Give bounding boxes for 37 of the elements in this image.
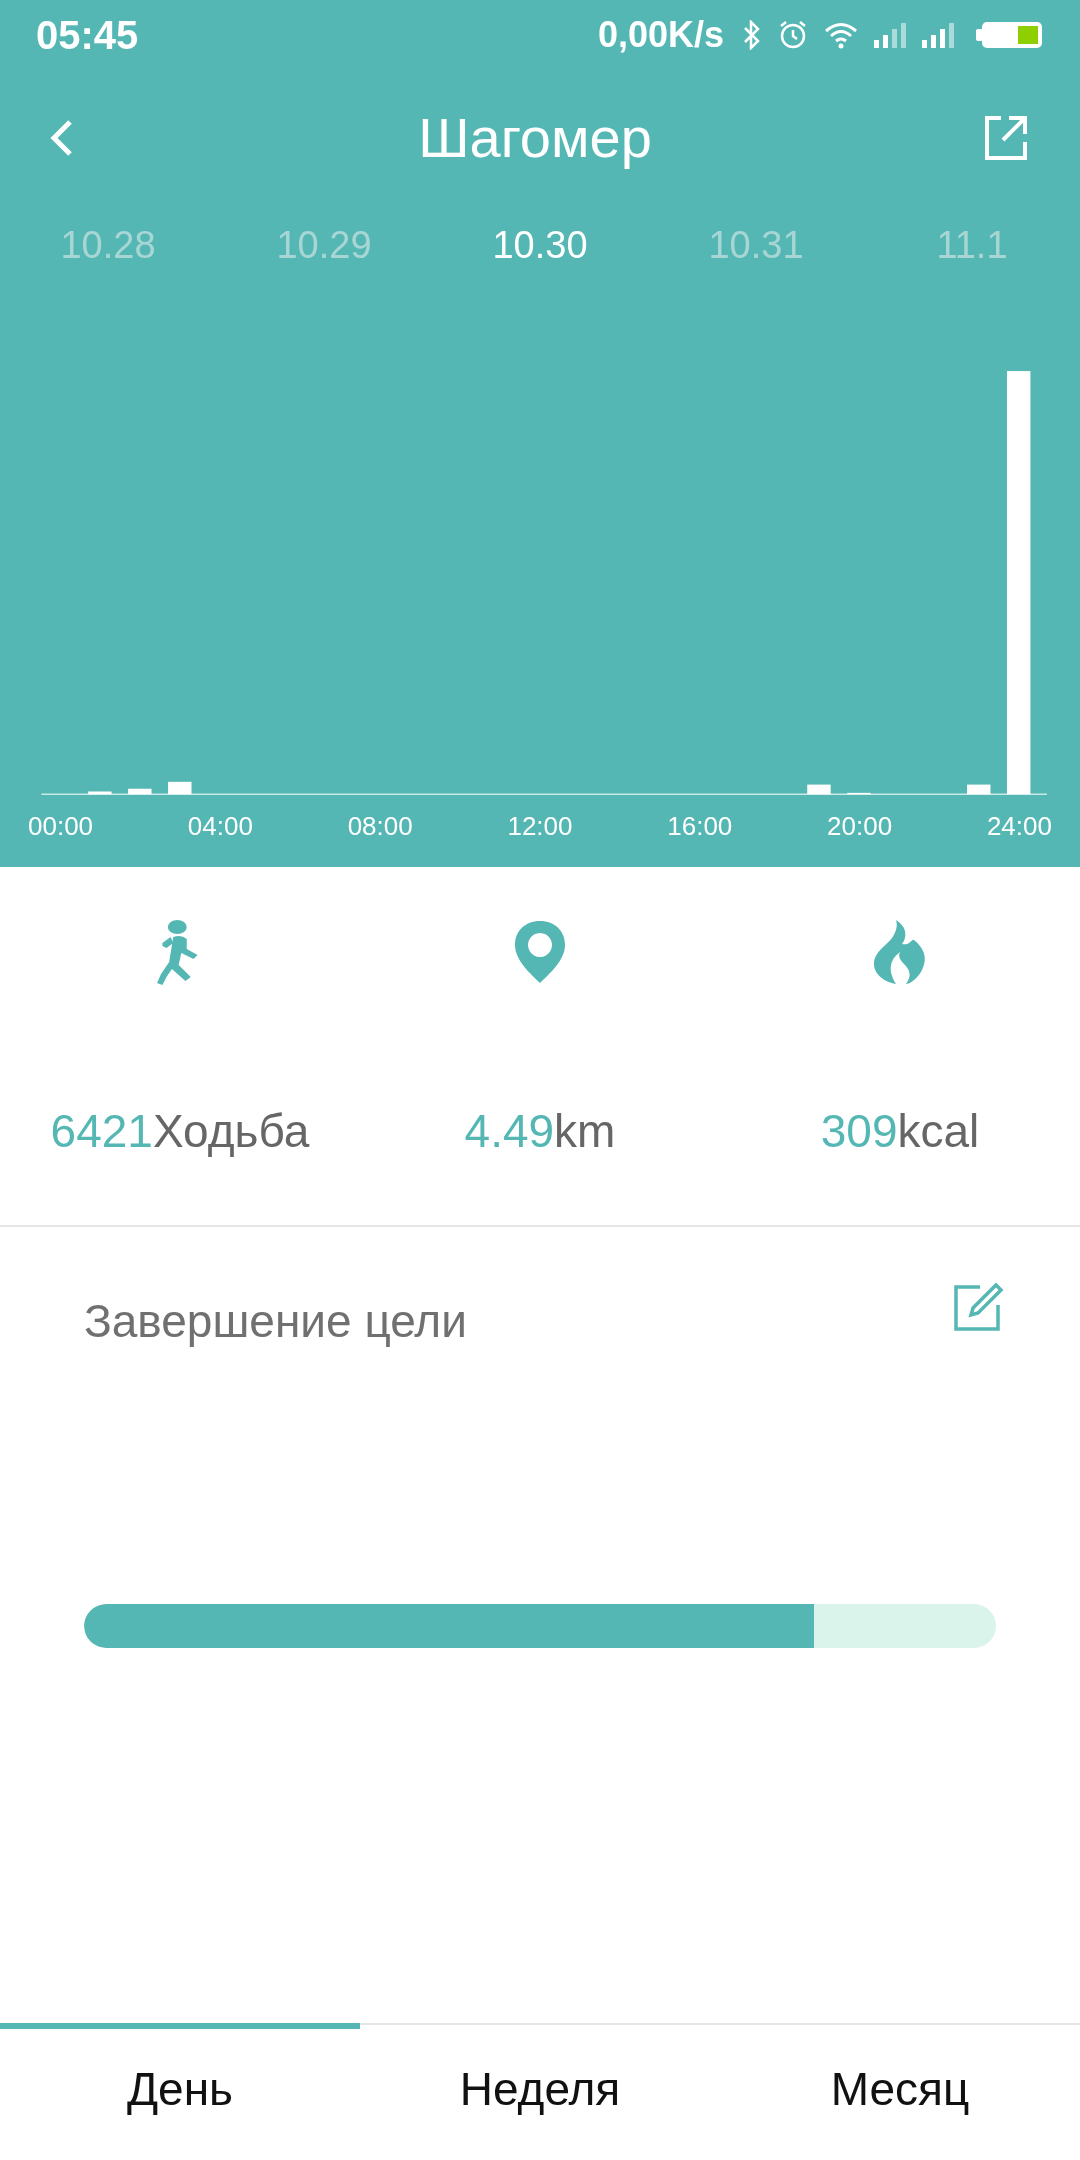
bluetooth-icon bbox=[742, 20, 762, 50]
stat-value: 4.49km bbox=[464, 1104, 616, 1159]
page-title: Шагомер bbox=[418, 104, 652, 171]
date-tab[interactable]: 10.28 bbox=[0, 216, 216, 274]
stat-value: 6421Ходьба bbox=[50, 1104, 310, 1159]
step-bar bbox=[88, 791, 112, 795]
time-axis-label: 04:00 bbox=[187, 809, 253, 843]
date-tab[interactable]: 10.30 bbox=[432, 216, 648, 274]
edit-button[interactable] bbox=[952, 1281, 1004, 1333]
wifi-icon bbox=[824, 21, 858, 49]
period-tab[interactable]: День bbox=[0, 2023, 360, 2160]
time-axis-label: 00:00 bbox=[28, 809, 94, 843]
step-bar bbox=[168, 781, 192, 795]
flame-icon bbox=[872, 918, 928, 986]
goal-title: Завершение цели bbox=[84, 1294, 467, 1349]
network-speed: 0,00K/s bbox=[597, 13, 724, 57]
date-tab[interactable]: 10.31 bbox=[648, 216, 864, 274]
time-axis-label: 16:00 bbox=[667, 809, 733, 843]
stat-value: 309kcal bbox=[820, 1104, 980, 1159]
step-bar bbox=[847, 792, 871, 795]
time-axis-label: 20:00 bbox=[827, 809, 893, 843]
step-bar bbox=[807, 784, 831, 795]
signal-icon bbox=[922, 22, 956, 48]
date-tab[interactable]: 10.29 bbox=[216, 216, 432, 274]
battery-icon bbox=[976, 20, 1044, 50]
step-bar bbox=[128, 788, 152, 795]
time-axis-label: 24:00 bbox=[986, 809, 1052, 843]
period-tab[interactable]: Неделя bbox=[360, 2023, 720, 2160]
location-pin-icon bbox=[512, 919, 568, 985]
status-time: 05:45 bbox=[36, 12, 139, 59]
time-axis-label: 12:00 bbox=[507, 809, 573, 843]
time-axis-label: 08:00 bbox=[347, 809, 413, 843]
signal-icon bbox=[874, 22, 908, 48]
period-tab[interactable]: Месяц bbox=[720, 2023, 1080, 2160]
date-tab[interactable]: 11.1 bbox=[864, 216, 1080, 274]
alarm-clock-icon bbox=[778, 20, 808, 50]
step-bar bbox=[967, 784, 991, 795]
